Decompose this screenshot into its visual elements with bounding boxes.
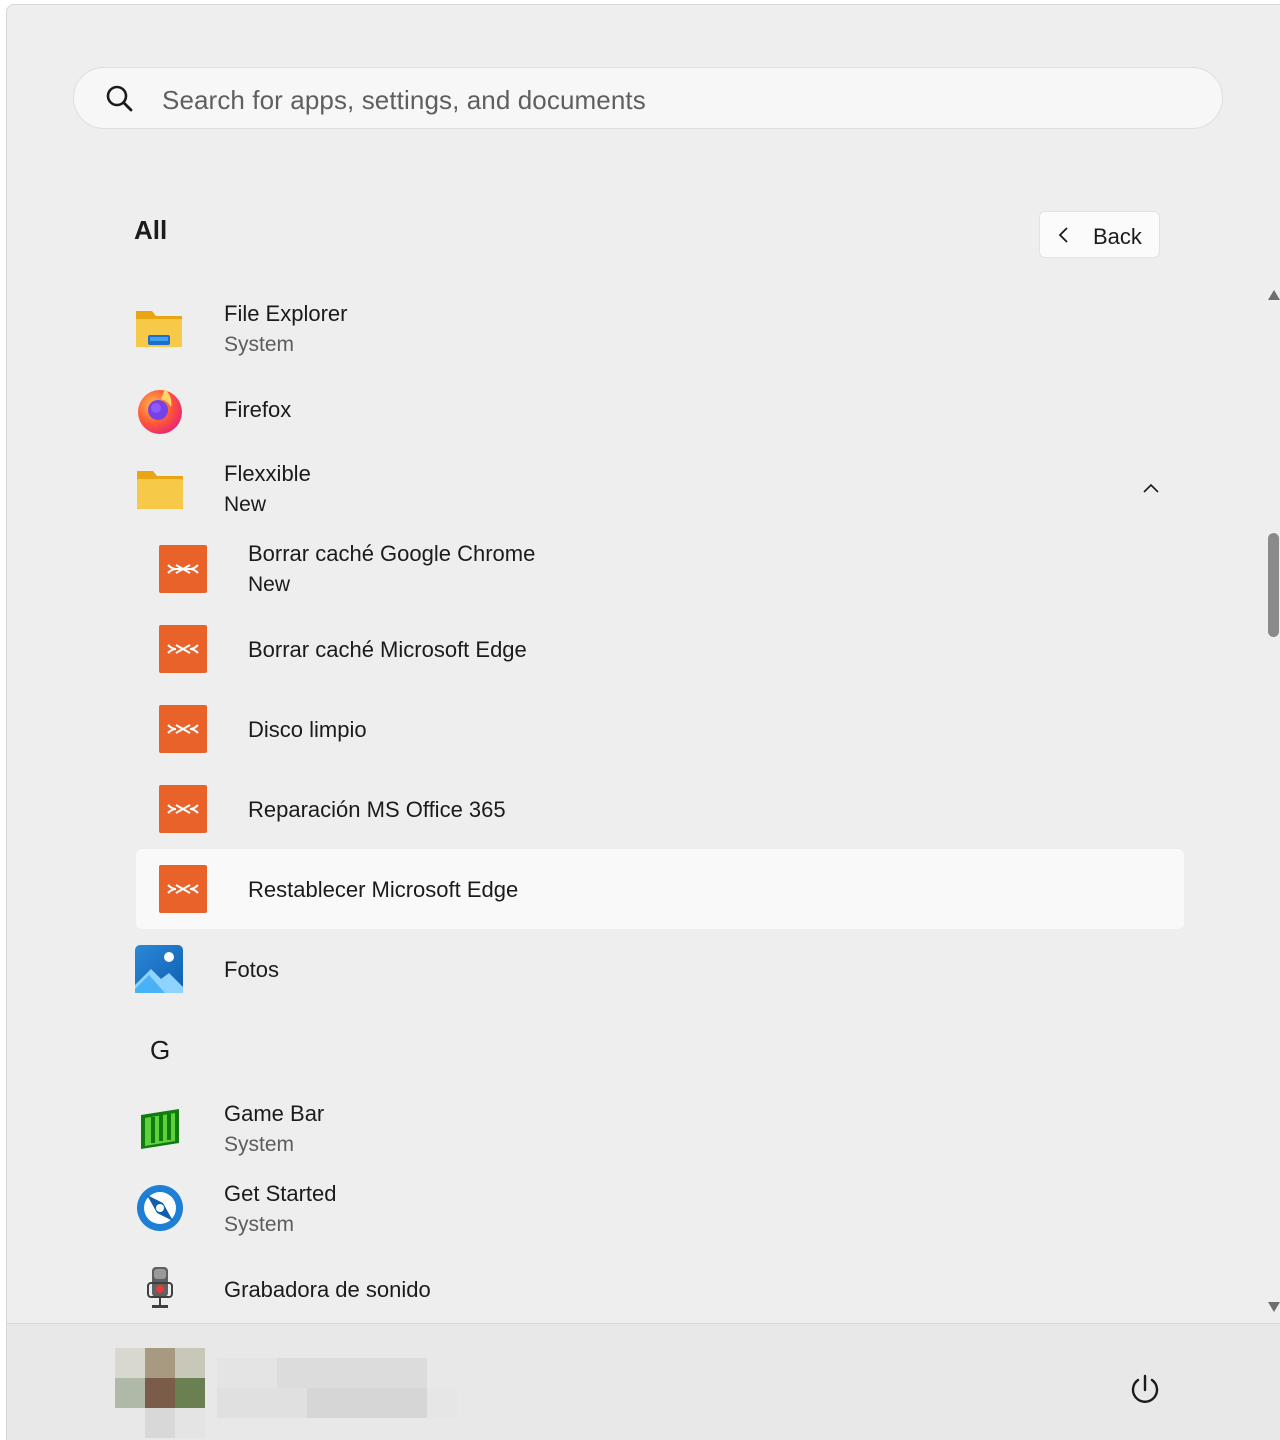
chevron-up-icon[interactable]: [1141, 481, 1161, 495]
app-item-get-started[interactable]: Get Started System: [7, 1171, 1207, 1247]
flexxible-app-icon: [159, 785, 207, 833]
firefox-icon: [138, 389, 182, 434]
app-subtitle: System: [224, 1133, 295, 1156]
search-icon: [106, 85, 133, 112]
app-subtitle: System: [224, 333, 295, 356]
app-name: Borrar caché Microsoft Edge: [248, 637, 527, 662]
app-item-disco-limpio[interactable]: Disco limpio: [7, 691, 1207, 767]
app-item-game-bar[interactable]: Game Bar System: [7, 1091, 1207, 1167]
scrollbar-thumb[interactable]: [1268, 533, 1279, 637]
app-item-file-explorer[interactable]: File Explorer System: [7, 291, 1207, 367]
game-bar-icon: [141, 1109, 179, 1149]
app-name: Borrar caché Google Chrome: [248, 541, 536, 566]
all-apps-title: All: [134, 215, 168, 245]
app-item-borrar-cache-chrome[interactable]: Borrar caché Google Chrome New: [7, 531, 1207, 607]
start-menu-footer: [7, 1323, 1280, 1440]
flexxible-app-icon: [159, 705, 207, 753]
app-folder-flexxible[interactable]: Flexxible New: [7, 451, 1177, 527]
app-name: Grabadora de sonido: [224, 1277, 431, 1302]
search-box[interactable]: Search for apps, settings, and documents: [73, 67, 1223, 129]
app-item-reparacion-office[interactable]: Reparación MS Office 365: [7, 771, 1207, 847]
section-letter-g[interactable]: G: [150, 1035, 170, 1066]
scroll-up-arrow-icon[interactable]: [1267, 289, 1280, 301]
start-menu-panel: Search for apps, settings, and documents…: [6, 4, 1280, 1440]
avatar[interactable]: [115, 1348, 207, 1440]
app-subtitle: System: [224, 1213, 295, 1236]
file-explorer-icon: [136, 311, 182, 347]
user-name-blurred[interactable]: [217, 1358, 457, 1428]
app-name: Reparación MS Office 365: [248, 797, 506, 822]
app-item-borrar-cache-edge[interactable]: Borrar caché Microsoft Edge: [7, 611, 1207, 687]
new-badge: New: [224, 493, 267, 516]
app-name: Fotos: [224, 957, 280, 982]
app-name: Disco limpio: [248, 717, 367, 742]
app-name: Restablecer Microsoft Edge: [248, 877, 519, 902]
get-started-icon: [137, 1185, 183, 1231]
chevron-left-icon: [1058, 227, 1068, 243]
app-item-fotos[interactable]: Fotos: [7, 931, 1207, 1007]
app-name: Get Started: [224, 1181, 337, 1206]
photos-icon: [135, 945, 183, 993]
flexxible-app-icon: [159, 865, 207, 913]
app-name: Flexxible: [224, 461, 311, 486]
app-item-firefox[interactable]: Firefox: [7, 371, 1207, 447]
flexxible-app-icon: [159, 625, 207, 673]
search-input[interactable]: Search for apps, settings, and documents: [162, 85, 646, 116]
app-name: Game Bar: [224, 1101, 325, 1126]
flexxible-app-icon: [159, 545, 207, 593]
back-label: Back: [1093, 224, 1142, 249]
back-button[interactable]: Back: [1039, 211, 1160, 258]
scroll-down-arrow-icon[interactable]: [1267, 1301, 1280, 1313]
app-name: Firefox: [224, 397, 292, 422]
app-item-restablecer-edge[interactable]: Restablecer Microsoft Edge: [136, 849, 1184, 929]
folder-icon: [137, 471, 183, 509]
app-item-grabadora-sonido[interactable]: Grabadora de sonido: [7, 1251, 1207, 1327]
sound-recorder-icon: [147, 1267, 173, 1308]
app-name: File Explorer: [224, 301, 348, 326]
power-icon[interactable]: [1125, 1370, 1165, 1410]
new-badge: New: [248, 573, 291, 596]
